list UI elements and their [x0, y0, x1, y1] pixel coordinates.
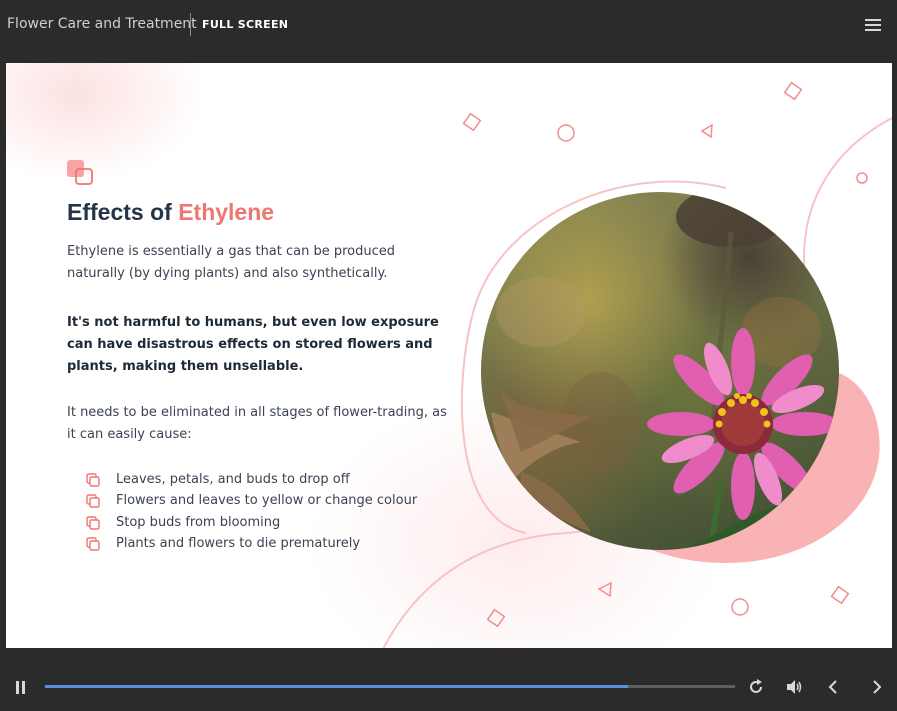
progress-bar[interactable] — [45, 685, 735, 688]
diamond-shape — [486, 608, 506, 628]
replay-icon[interactable] — [747, 678, 765, 696]
chevron-left-icon[interactable] — [825, 678, 843, 696]
circle-shape — [856, 172, 868, 184]
pause-icon[interactable] — [15, 681, 27, 694]
heading-squares-icon — [67, 160, 93, 185]
fullscreen-button[interactable]: FULL SCREEN — [202, 18, 288, 31]
heading-text: Effects of — [67, 199, 179, 225]
intro-paragraph: Ethylene is essentially a gas that can b… — [67, 244, 396, 281]
playback-bar — [0, 648, 897, 711]
slide-heading: Effects of Ethylene — [67, 199, 274, 226]
circle-shape — [557, 124, 575, 142]
diamond-shape — [462, 112, 482, 132]
copy-squares-icon — [86, 473, 100, 487]
heading-accent-text: Ethylene — [178, 199, 275, 225]
diamond-shape — [783, 81, 803, 101]
list-item-text: Leaves, petals, and buds to drop off — [116, 472, 350, 487]
causes-paragraph: It needs to be eliminated in all stages … — [67, 405, 447, 442]
list-item: Stop buds from blooming — [86, 512, 417, 533]
zinnia-flower-photo — [481, 192, 839, 550]
list-item-text: Stop buds from blooming — [116, 514, 281, 530]
flower-illustration — [491, 192, 839, 550]
list-item-text: Plants and flowers to die prematurely — [116, 535, 361, 551]
list-item-text: Flowers and leaves to yellow or change c… — [116, 493, 418, 509]
circle-shape — [731, 598, 749, 616]
list-item: Leaves, petals, and buds to drop off — [86, 469, 417, 490]
progress-fill — [45, 685, 629, 688]
list-item: Plants and flowers to die prematurely — [86, 533, 417, 554]
course-title: Flower Care and Treatment — [7, 16, 197, 32]
volume-icon[interactable] — [785, 678, 803, 696]
triangle-shape — [597, 581, 612, 598]
slide-canvas: Effects of Ethylene Ethylene is essentia… — [6, 63, 892, 648]
title-divider — [190, 13, 191, 36]
copy-squares-icon — [86, 515, 100, 530]
hamburger-menu-icon[interactable] — [865, 19, 881, 31]
emphasis-paragraph: It's not harmful to humans, but even low… — [67, 315, 439, 374]
copy-squares-icon — [86, 537, 100, 551]
triangle-shape — [700, 123, 713, 139]
top-bar: Flower Care and Treatment FULL SCREEN — [0, 0, 897, 63]
diamond-shape — [830, 585, 850, 605]
effects-list: Leaves, petals, and buds to drop off Flo… — [86, 469, 417, 554]
list-item: Flowers and leaves to yellow or change c… — [86, 490, 417, 511]
copy-squares-icon — [86, 494, 100, 508]
chevron-right-icon[interactable] — [868, 678, 886, 696]
